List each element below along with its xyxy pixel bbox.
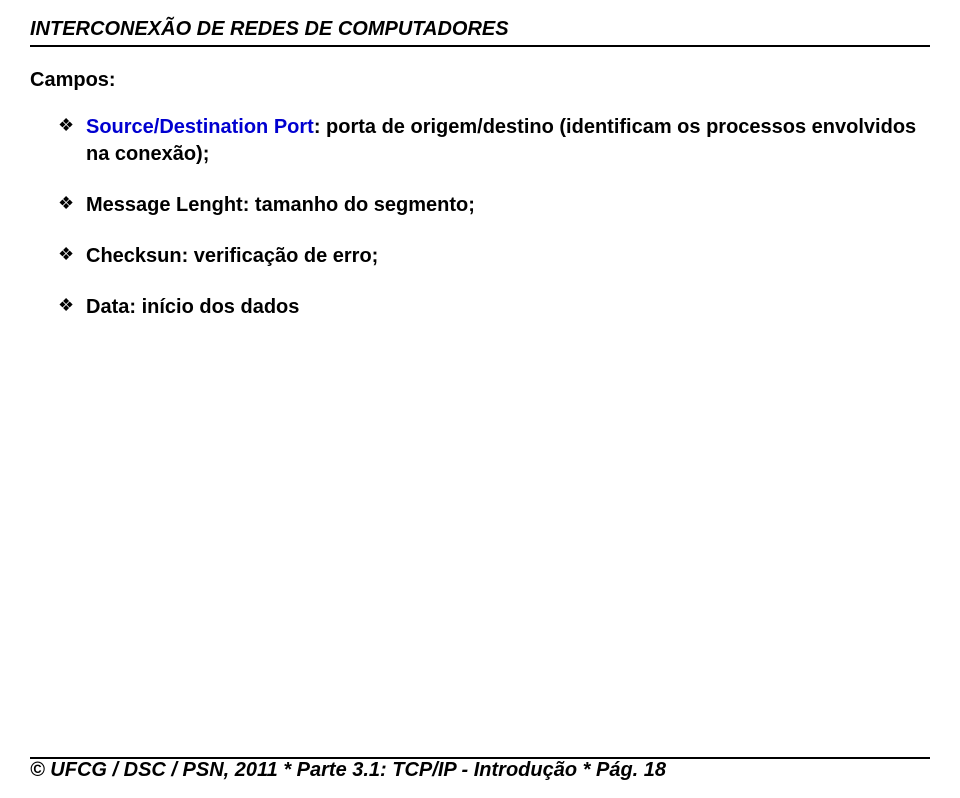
bullet-list: ❖ Source/Destination Port: porta de orig… (30, 114, 930, 321)
page: INTERCONEXÃO DE REDES DE COMPUTADORES Ca… (0, 0, 960, 321)
list-item-text: Source/Destination Port: porta de origem… (86, 114, 930, 168)
list-item-term: Source/Destination Port (86, 116, 314, 138)
list-item-term: Message Lenght (86, 194, 243, 216)
list-item: ❖ Source/Destination Port: porta de orig… (58, 114, 930, 168)
list-item-term: Data (86, 296, 129, 318)
diamond-bullet-icon: ❖ (58, 294, 86, 317)
page-title: INTERCONEXÃO DE REDES DE COMPUTADORES (30, 18, 930, 47)
list-item-text: Checksun: verificação de erro; (86, 243, 930, 270)
list-item: ❖ Message Lenght: tamanho do segmento; (58, 192, 930, 219)
subtitle: Campos: (30, 69, 930, 92)
list-item-text: Message Lenght: tamanho do segmento; (86, 192, 930, 219)
list-item-term: Checksun (86, 245, 182, 267)
list-item-desc: : verificação de erro; (182, 245, 379, 267)
list-item-desc: : início dos dados (129, 296, 299, 318)
list-item-text: Data: início dos dados (86, 294, 930, 321)
list-item: ❖ Checksun: verificação de erro; (58, 243, 930, 270)
diamond-bullet-icon: ❖ (58, 114, 86, 137)
footer: © UFCG / DSC / PSN, 2011 * Parte 3.1: TC… (30, 757, 930, 782)
list-item: ❖ Data: início dos dados (58, 294, 930, 321)
diamond-bullet-icon: ❖ (58, 192, 86, 215)
list-item-desc: : tamanho do segmento; (243, 194, 475, 216)
diamond-bullet-icon: ❖ (58, 243, 86, 266)
